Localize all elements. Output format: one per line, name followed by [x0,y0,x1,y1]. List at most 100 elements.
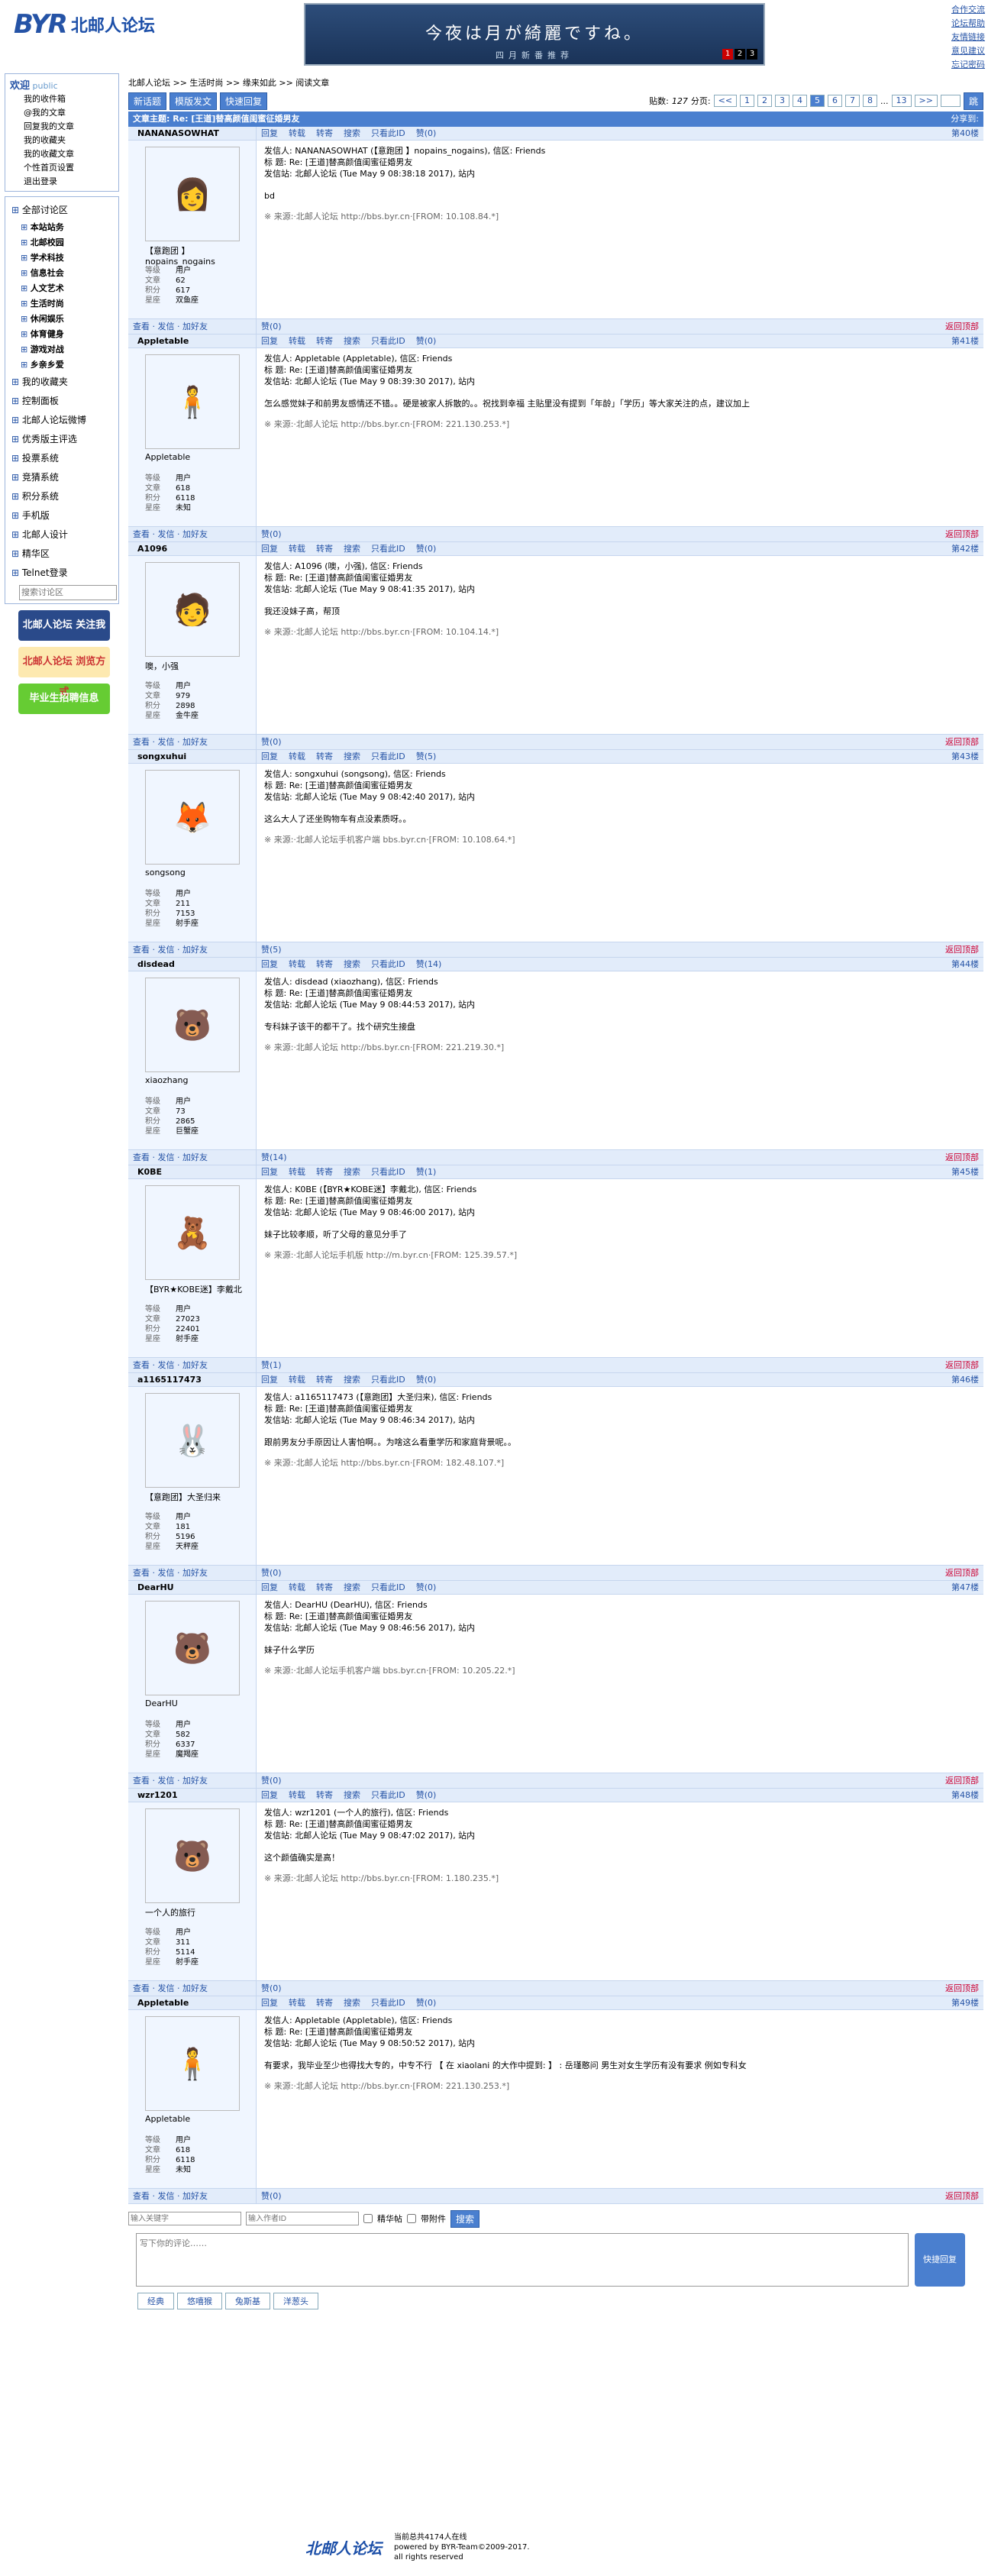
like-count-button[interactable]: 赞(0) [261,1566,282,1580]
keyword-input[interactable] [128,2212,241,2225]
avatar[interactable]: 🧍 [145,354,240,449]
search-action[interactable]: 搜索 [344,1165,360,1178]
avatar[interactable]: 🐻 [145,978,240,1072]
banner[interactable]: 今夜は月が綺麗ですね。 四月新番推荐 1 2 3 [304,3,765,66]
add-friend-link[interactable]: 加好友 [182,1776,208,1786]
like-count-button[interactable]: 赞(0) [261,527,282,541]
only-this-id-action[interactable]: 只看此ID [371,1165,405,1178]
only-this-id-action[interactable]: 只看此ID [371,958,405,971]
send-message-link[interactable]: 发信 [158,1152,175,1162]
link-cooperation[interactable]: 合作交流 [951,3,985,15]
nav-design[interactable]: 北邮人设计 [10,525,114,544]
view-profile-link[interactable]: 查看 [133,1568,150,1578]
like-action[interactable]: 赞(14) [416,958,442,971]
like-action[interactable]: 赞(5) [416,750,437,763]
avatar[interactable]: 🦊 [145,770,240,865]
send-message-link[interactable]: 发信 [158,322,175,331]
page-link[interactable]: 1 [740,95,755,107]
banner-page-1[interactable]: 1 [722,49,733,60]
only-this-id-action[interactable]: 只看此ID [371,127,405,140]
page-jump-input[interactable] [940,95,961,107]
link-help[interactable]: 论坛帮助 [951,17,985,29]
page-link[interactable]: 4 [793,95,808,107]
banner-page-2[interactable]: 2 [735,49,745,60]
search-action[interactable]: 搜索 [344,1996,360,2009]
section-item[interactable]: 生活时尚 [21,296,114,311]
nav-all-boards[interactable]: 全部讨论区 [10,200,114,219]
like-action[interactable]: 赞(0) [416,1996,437,2009]
add-friend-link[interactable]: 加好友 [182,2191,208,2201]
breadcrumb[interactable]: 北邮人论坛 >> 生活时尚 >> 缘来如此 >> 阅读文章 [128,76,983,93]
repost-action[interactable]: 转载 [289,127,305,140]
reply-action[interactable]: 回复 [261,127,278,140]
section-item[interactable]: 本站站务 [21,219,114,234]
repost-action[interactable]: 转载 [289,1789,305,1802]
section-item[interactable]: 体育健身 [21,326,114,341]
reply-action[interactable]: 回复 [261,1165,278,1178]
avatar[interactable]: 🐰 [145,1393,240,1488]
forward-action[interactable]: 转寄 [316,335,333,347]
back-to-top-link[interactable]: 返回顶部 [945,1566,983,1580]
author-name[interactable]: K0BE [128,1165,256,1179]
reply-textarea[interactable] [136,2233,909,2287]
floor-number[interactable]: 第43楼 [951,750,983,763]
elite-checkbox[interactable] [363,2212,373,2225]
section-item[interactable]: 学术科技 [21,250,114,265]
reply-action[interactable]: 回复 [261,1373,278,1386]
repost-action[interactable]: 转载 [289,335,305,347]
like-action[interactable]: 赞(0) [416,1373,437,1386]
send-message-link[interactable]: 发信 [158,1568,175,1578]
back-to-top-link[interactable]: 返回顶部 [945,1981,983,1996]
view-profile-link[interactable]: 查看 [133,322,150,331]
nav-favorites[interactable]: 我的收藏夹 [10,372,114,391]
send-message-link[interactable]: 发信 [158,1360,175,1370]
banner-page-3[interactable]: 3 [747,49,757,60]
like-count-button[interactable]: 赞(14) [261,1150,287,1165]
only-this-id-action[interactable]: 只看此ID [371,750,405,763]
forward-action[interactable]: 转寄 [316,1373,333,1386]
avatar[interactable]: 🧑 [145,562,240,657]
attach-checkbox[interactable] [407,2212,416,2225]
emoji-tab[interactable]: 经典 [137,2293,174,2309]
author-name[interactable]: a1165117473 [128,1373,256,1387]
view-profile-link[interactable]: 查看 [133,1360,150,1370]
floor-number[interactable]: 第42楼 [951,542,983,555]
template-post-button[interactable]: 模版发文 [170,92,218,110]
site-logo[interactable]: BYR 北邮人论坛 [14,9,155,40]
nav-vote[interactable]: 投票系统 [10,448,114,467]
like-count-button[interactable]: 赞(0) [261,735,282,749]
section-item[interactable]: 乡亲乡爱 [21,357,114,372]
reply-action[interactable]: 回复 [261,1789,278,1802]
only-this-id-action[interactable]: 只看此ID [371,1581,405,1594]
nav-moderator-vote[interactable]: 优秀版主评选 [10,429,114,448]
only-this-id-action[interactable]: 只看此ID [371,1996,405,2009]
only-this-id-action[interactable]: 只看此ID [371,1789,405,1802]
author-name[interactable]: Appletable [128,335,256,348]
like-action[interactable]: 赞(0) [416,1581,437,1594]
author-input[interactable] [246,2212,359,2225]
section-item[interactable]: 信息社会 [21,265,114,280]
section-item[interactable]: 北邮校园 [21,234,114,250]
avatar[interactable]: 🧍 [145,2016,240,2111]
board-search-input[interactable] [19,585,117,600]
nav-control-panel[interactable]: 控制面板 [10,391,114,410]
avatar[interactable]: 👩 [145,147,240,241]
view-profile-link[interactable]: 查看 [133,1983,150,1993]
send-message-link[interactable]: 发信 [158,2191,175,2201]
search-action[interactable]: 搜索 [344,958,360,971]
page-last[interactable]: >> [914,95,938,107]
repost-action[interactable]: 转载 [289,1996,305,2009]
link-logout[interactable]: 退出登录 [10,174,114,188]
link-feedback[interactable]: 意见建议 [951,44,985,57]
section-item[interactable]: 游戏对战 [21,341,114,357]
nav-guess[interactable]: 竞猜系统 [10,467,114,486]
page-link[interactable]: 6 [828,95,843,107]
page-current[interactable]: 5 [810,95,825,107]
search-action[interactable]: 搜索 [344,1373,360,1386]
forward-action[interactable]: 转寄 [316,1996,333,2009]
floor-number[interactable]: 第49楼 [951,1996,983,2009]
nav-score[interactable]: 积分系统 [10,486,114,506]
link-inbox[interactable]: 我的收件箱 [10,92,114,105]
page-link[interactable]: 13 [891,95,912,107]
username[interactable]: public [33,81,58,91]
